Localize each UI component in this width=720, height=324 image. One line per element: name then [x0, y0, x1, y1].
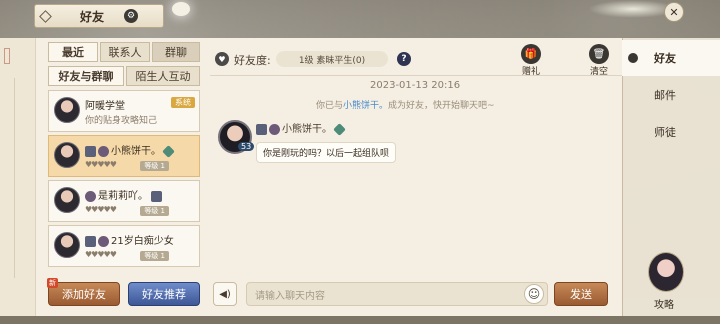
- new-badge: 新: [47, 278, 58, 288]
- gift-icon[interactable]: 🎁: [521, 44, 541, 64]
- title-icon: [85, 190, 96, 202]
- chat-bubble: 你是刚玩的吗？以后一起组队呗: [256, 142, 397, 163]
- list-item[interactable]: 小熊饼干。 ♥♥♥♥♥ 等级 1: [48, 135, 200, 177]
- send-button[interactable]: 发送: [554, 282, 608, 306]
- level-badge: 等级 1: [140, 206, 169, 216]
- sidebar-item-mentor[interactable]: 师徒: [622, 114, 720, 150]
- avatar: [54, 97, 80, 123]
- tab-strangers[interactable]: 陌生人互动: [126, 66, 200, 86]
- status-icon: [85, 145, 96, 157]
- smile-icon: ☺: [527, 287, 541, 301]
- add-friend-label: 添加好友: [62, 288, 106, 301]
- bottom-strip: [0, 316, 720, 324]
- rank-icon: [151, 190, 162, 202]
- rank-icon: [333, 122, 346, 136]
- add-friend-button[interactable]: 新 添加好友: [47, 278, 120, 306]
- intimacy-hearts: ♥♥♥♥♥: [85, 160, 117, 169]
- trash-icon[interactable]: 🗑: [589, 44, 609, 64]
- system-message: 你已与小熊饼干。成为好友，快开始聊天吧~: [316, 101, 495, 111]
- chat-timestamp: 2023-01-13 20:16: [370, 80, 461, 91]
- title-icon: [98, 145, 109, 157]
- title-icon: [98, 235, 109, 247]
- chat-input[interactable]: 请输入聊天内容: [246, 282, 548, 306]
- list-item[interactable]: 阿暖学堂 你的贴身攻略知己 系统: [48, 90, 200, 132]
- friend-name: 是莉莉吖。: [85, 187, 164, 202]
- rank-icon: [162, 144, 175, 158]
- page-title: 好友: [80, 9, 105, 24]
- divider: [14, 78, 15, 278]
- intimacy-label: 好友度:: [234, 54, 271, 67]
- friend-name: 阿暖学堂: [85, 101, 125, 112]
- level-badge: 等级 1: [140, 161, 169, 171]
- avatar: [54, 187, 80, 213]
- voice-icon: ◀): [219, 288, 231, 300]
- sidebar-item-mail[interactable]: 邮件: [622, 77, 720, 113]
- avatar: [54, 142, 80, 168]
- friend-name: 小熊饼干。: [85, 142, 175, 158]
- friend-name: 21岁白痴少女: [85, 232, 174, 247]
- bullet-icon: [628, 53, 638, 63]
- intimacy-hearts: ♥♥♥♥♥: [85, 205, 117, 214]
- list-item[interactable]: 21岁白痴少女 ♥♥♥♥♥ 等级 1: [48, 225, 200, 267]
- seal-decoration: [4, 48, 10, 64]
- close-icon: ✕: [669, 5, 679, 19]
- intimacy-hearts: ♥♥♥♥♥: [85, 250, 117, 259]
- avatar: [54, 232, 80, 258]
- diamond-icon: [39, 9, 52, 23]
- window-title-bar: 好友 ⚙: [34, 4, 164, 28]
- sidebar-item-friends[interactable]: 好友: [622, 40, 720, 76]
- system-badge: 系统: [171, 97, 195, 108]
- moon-decoration: [172, 2, 190, 16]
- tab-friends-groups[interactable]: 好友与群聊: [48, 66, 124, 86]
- close-button[interactable]: ✕: [664, 2, 684, 22]
- list-item[interactable]: 是莉莉吖。 ♥♥♥♥♥ 等级 1: [48, 180, 200, 222]
- recommend-friends-button[interactable]: 好友推荐: [128, 282, 200, 306]
- voice-button[interactable]: ◀): [213, 282, 237, 306]
- guide-avatar[interactable]: [648, 252, 684, 292]
- status-icon: [85, 235, 96, 247]
- title-icon: [269, 123, 280, 135]
- intimacy-value: 1级 素昧平生(0): [276, 51, 388, 67]
- divider: [210, 75, 622, 76]
- emoji-button[interactable]: ☺: [524, 284, 544, 304]
- left-decoration: [0, 38, 36, 316]
- friend-subtitle: 你的贴身攻略知己: [85, 116, 158, 126]
- tab-contacts[interactable]: 联系人: [100, 42, 150, 62]
- help-button[interactable]: ?: [397, 52, 411, 66]
- sender-name: 小熊饼干。: [256, 120, 346, 136]
- status-icon: [256, 123, 267, 135]
- tab-groups[interactable]: 群聊: [152, 42, 200, 62]
- heart-icon: ♥: [215, 52, 229, 66]
- system-message-name[interactable]: 小熊饼干。: [343, 101, 388, 111]
- level-badge: 等级 1: [140, 251, 169, 261]
- tab-recent[interactable]: 最近: [48, 42, 98, 62]
- sender-level: 53: [238, 142, 255, 151]
- gear-icon[interactable]: ⚙: [124, 9, 139, 23]
- guide-label[interactable]: 攻略: [654, 296, 674, 311]
